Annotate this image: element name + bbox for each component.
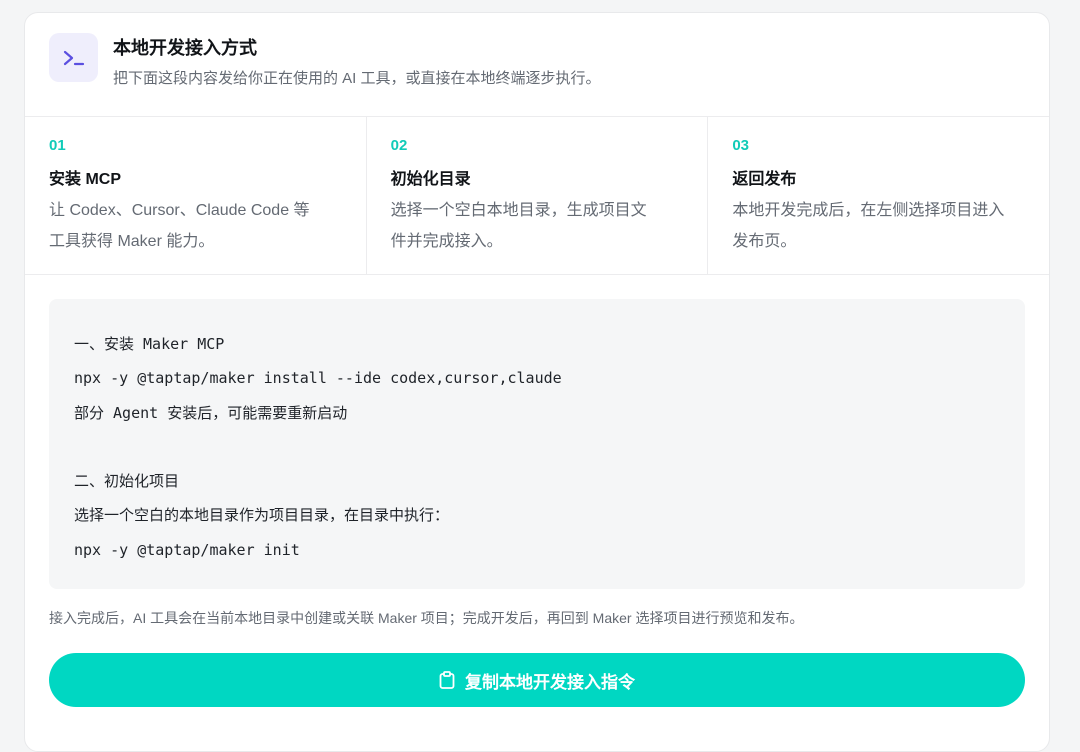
code-line: 选择一个空白的本地目录作为项目目录，在目录中执行： [74,506,450,525]
step-description: 选择一个空白本地目录，生成项目文 件并完成接入。 [391,195,684,257]
code-line: 部分 Agent 安装后，可能需要重新启动 [74,403,348,422]
code-line: npx -y @taptap/maker install --ide codex… [74,369,562,388]
page-title: 本地开发接入方式 [113,38,257,58]
card-header: 本地开发接入方式 把下面这段内容发给你正在使用的 AI 工具，或直接在本地终端逐… [25,13,1049,117]
steps-row: 01 安装 MCP 让 Codex、Cursor、Claude Code 等 工… [25,117,1049,275]
local-dev-card: 本地开发接入方式 把下面这段内容发给你正在使用的 AI 工具，或直接在本地终端逐… [24,12,1050,752]
step-init-directory: 02 初始化目录 选择一个空白本地目录，生成项目文 件并完成接入。 [367,117,709,274]
terminal-icon [49,33,98,82]
step-title: 返回发布 [732,171,797,188]
code-line: 一、安装 Maker MCP [74,335,225,353]
step-title: 安装 MCP [49,171,122,188]
step-description-line: 选择一个空白本地目录，生成项目文 [390,202,647,219]
copy-instructions-button[interactable]: 复制本地开发接入指令 [49,653,1025,707]
step-title: 初始化目录 [390,171,471,188]
copy-button-label: 复制本地开发接入指令 [465,672,635,692]
step-return-publish: 03 返回发布 本地开发完成后，在左侧选择项目进入 发布页。 [708,117,1049,274]
step-install-mcp: 01 安装 MCP 让 Codex、Cursor、Claude Code 等 工… [25,117,367,274]
step-number: 01 [49,137,66,154]
page-subtitle: 把下面这段内容发给你正在使用的 AI 工具，或直接在本地终端逐步执行。 [113,70,601,87]
code-line: npx -y @taptap/maker init [74,540,300,559]
clipboard-icon [439,671,455,689]
footer-note: 接入完成后，AI 工具会在当前本地目录中创建或关联 Maker 项目；完成开发后… [49,610,804,626]
step-number: 03 [732,137,750,154]
step-description-line: 发布页。 [732,233,797,250]
step-description-line: 工具获得 Maker 能力。 [49,233,215,250]
step-description: 本地开发完成后，在左侧选择项目进入 发布页。 [732,195,1025,257]
code-line: 二、初始化项目 [74,472,180,491]
step-description: 让 Codex、Cursor、Claude Code 等 工具获得 Maker … [49,195,342,257]
instructions-code-block[interactable]: 一、安装 Maker MCP npx -y @taptap/maker inst… [49,299,1025,589]
step-description-line: 件并完成接入。 [390,233,503,250]
step-description-line: 让 Codex、Cursor、Claude Code 等 [49,202,310,219]
step-description-line: 本地开发完成后，在左侧选择项目进入 [732,202,1005,219]
step-number: 02 [390,137,408,154]
